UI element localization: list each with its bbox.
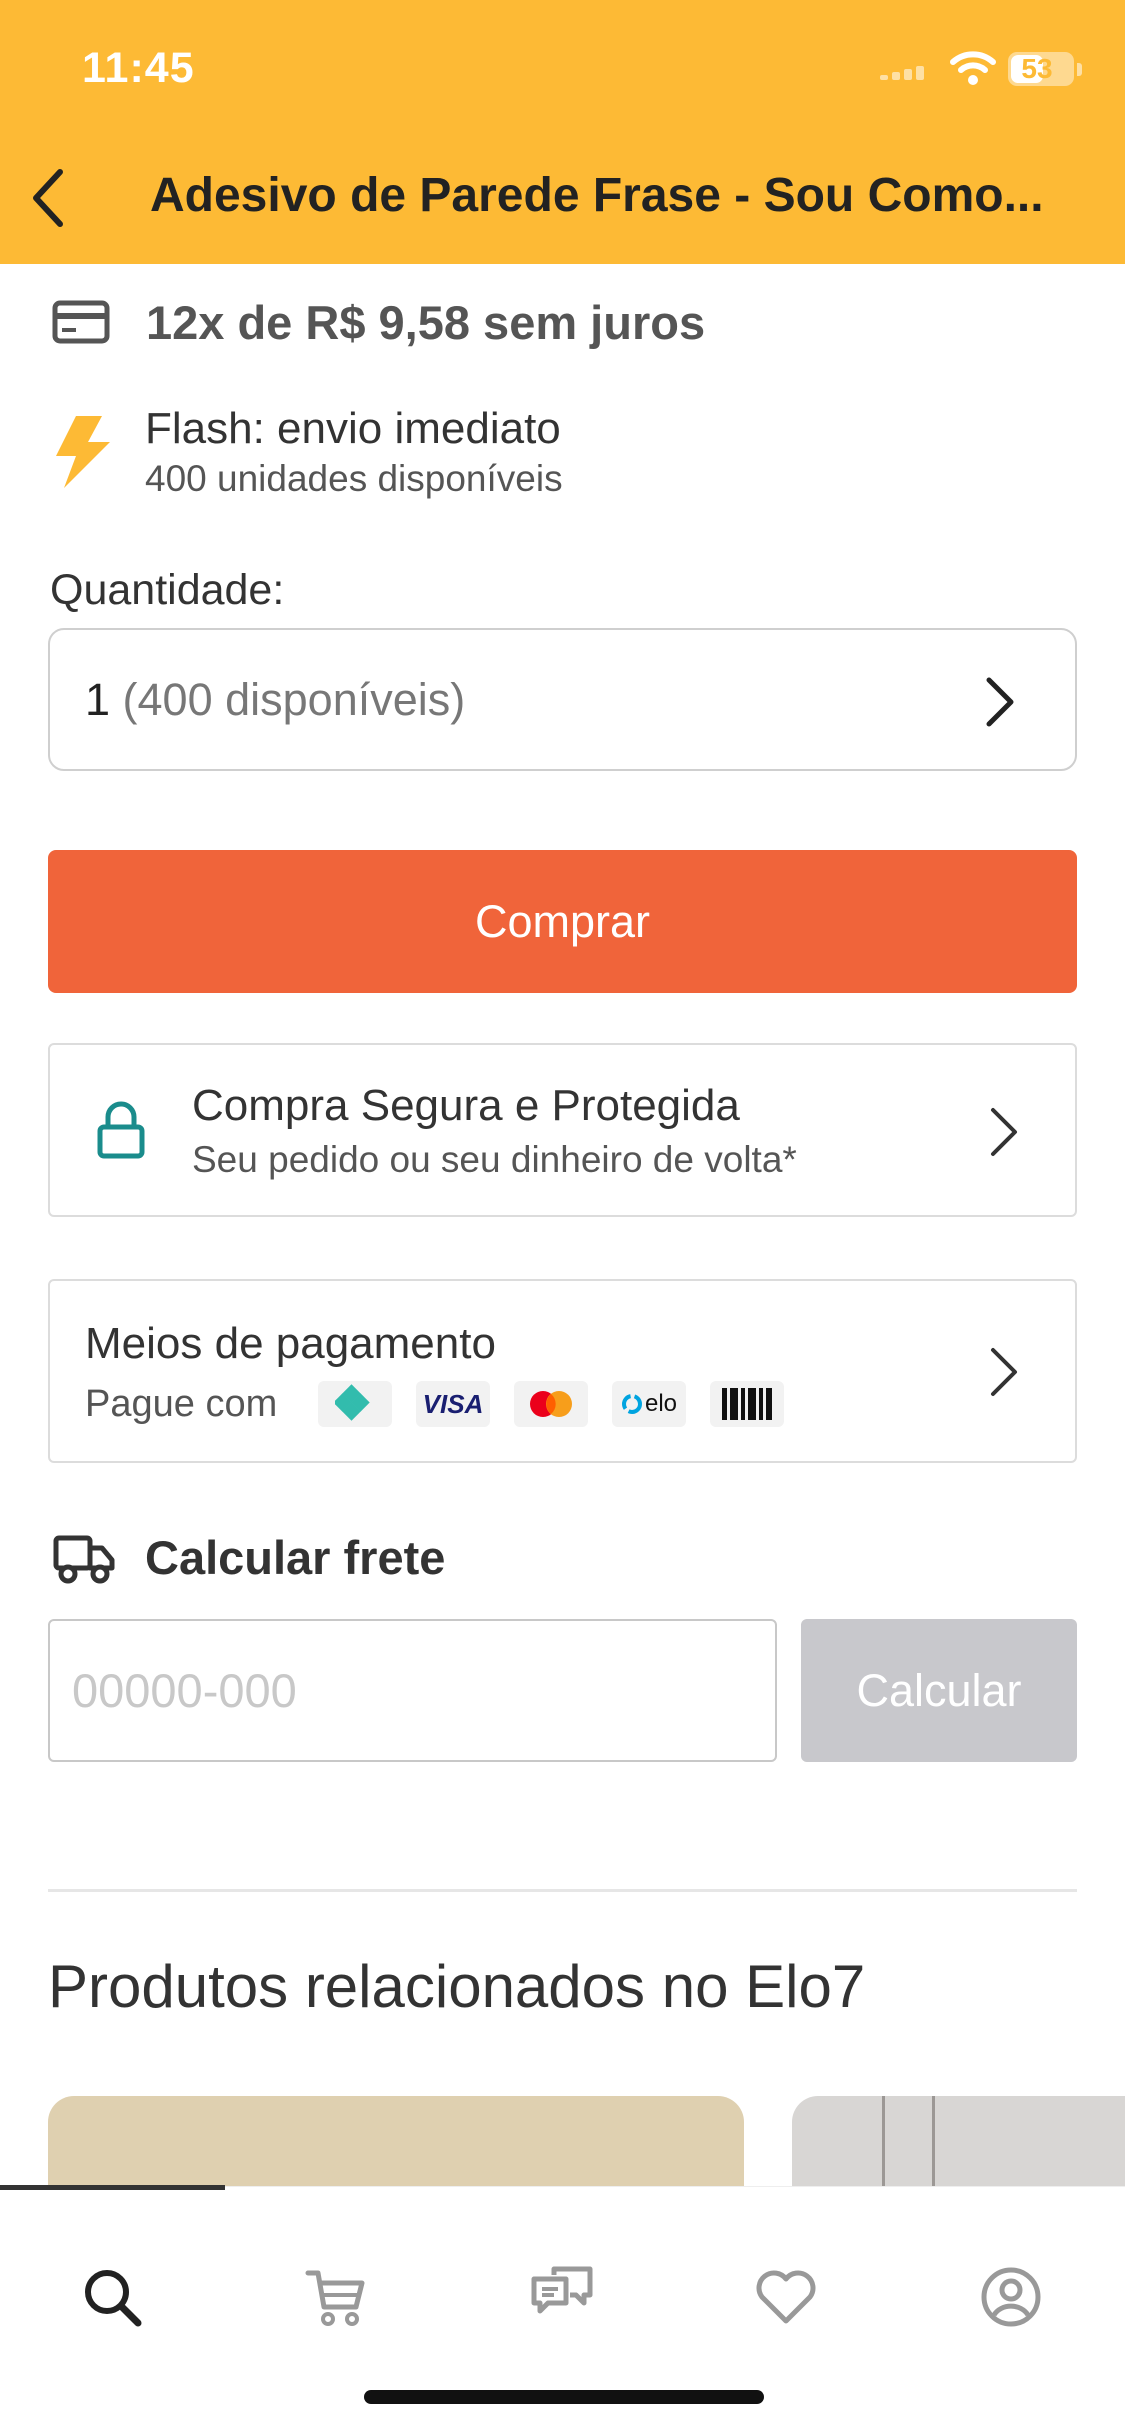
secure-subtitle: Seu pedido ou seu dinheiro de volta*: [192, 1139, 797, 1180]
page-title: Adesivo de Parede Frase - Sou Como...: [150, 169, 1044, 222]
back-button[interactable]: [18, 160, 78, 236]
tab-cart[interactable]: [286, 2247, 386, 2347]
elo-icon: elo: [612, 1381, 686, 1427]
secure-purchase-card[interactable]: Compra Segura e Protegida Seu pedido ou …: [48, 1043, 1077, 1217]
installments-row: 12x de R$ 9,58 sem juros: [52, 282, 705, 362]
tab-messages[interactable]: [512, 2247, 612, 2347]
credit-card-icon: [52, 300, 110, 344]
heart-icon: [756, 2270, 816, 2324]
lock-icon: [97, 1101, 145, 1159]
visa-logo-text: VISA: [422, 1388, 484, 1419]
quantity-select[interactable]: 1 (400 disponíveis): [48, 628, 1077, 771]
tab-profile[interactable]: [961, 2247, 1061, 2347]
battery-level: 53: [1021, 53, 1053, 84]
section-divider: [48, 1889, 1077, 1892]
pay-with-label: Pague com: [85, 1383, 278, 1425]
quantity-value: 1: [85, 674, 111, 725]
tab-search[interactable]: [62, 2247, 162, 2347]
chevron-right-icon: [986, 677, 1014, 727]
tab-favorites[interactable]: [736, 2247, 836, 2347]
calculate-button[interactable]: Calcular: [801, 1619, 1077, 1762]
cep-input[interactable]: [48, 1619, 777, 1762]
quantity-value-row: 1 (400 disponíveis): [85, 674, 465, 726]
related-product-card[interactable]: [48, 2096, 744, 2186]
flash-title: Flash: envio imediato: [145, 404, 561, 453]
related-product-card[interactable]: [792, 2096, 1125, 2186]
product-image-detail: [882, 2096, 885, 2186]
chevron-right-icon: [991, 1108, 1017, 1156]
lightning-icon: [56, 416, 110, 488]
chevron-left-icon: [33, 169, 63, 227]
payment-icons: VISA elo: [318, 1381, 784, 1427]
search-icon: [85, 2270, 142, 2327]
quantity-label: Quantidade:: [50, 566, 285, 614]
cellular-signal-icon: [880, 66, 928, 80]
mastercard-icon: [514, 1381, 588, 1427]
truck-icon: [53, 1535, 115, 1584]
cart-icon: [305, 2270, 365, 2326]
related-products-title: Produtos relacionados no Elo7: [48, 1953, 866, 2020]
home-indicator: [364, 2390, 764, 2404]
pix-icon: [318, 1381, 392, 1427]
product-image-detail: [932, 2096, 935, 2186]
elo-logo-text: elo: [644, 1390, 678, 1417]
status-time: 11:45: [82, 44, 195, 92]
battery-icon: 53: [1008, 52, 1074, 86]
payment-title: Meios de pagamento: [85, 1319, 496, 1368]
boleto-icon: [710, 1381, 784, 1427]
profile-icon: [981, 2267, 1041, 2327]
payment-methods-card[interactable]: Meios de pagamento Pague com VISA elo: [48, 1279, 1077, 1463]
installments-text: 12x de R$ 9,58 sem juros: [146, 295, 706, 349]
visa-icon: VISA: [416, 1381, 490, 1427]
wifi-icon: [950, 51, 996, 85]
quantity-available: (400 disponíveis): [122, 674, 466, 725]
freight-title: Calcular frete: [145, 1531, 446, 1584]
active-tab-indicator: [0, 2185, 225, 2190]
secure-title: Compra Segura e Protegida: [192, 1081, 740, 1130]
battery-tip: [1077, 63, 1082, 76]
buy-button[interactable]: Comprar: [48, 850, 1077, 993]
app-header: 11:45 53 Adesivo de Parede Frase - Sou C…: [0, 0, 1125, 264]
chevron-right-icon: [991, 1348, 1017, 1396]
flash-subtitle: 400 unidades disponíveis: [145, 458, 563, 499]
chat-icon: [531, 2266, 593, 2314]
